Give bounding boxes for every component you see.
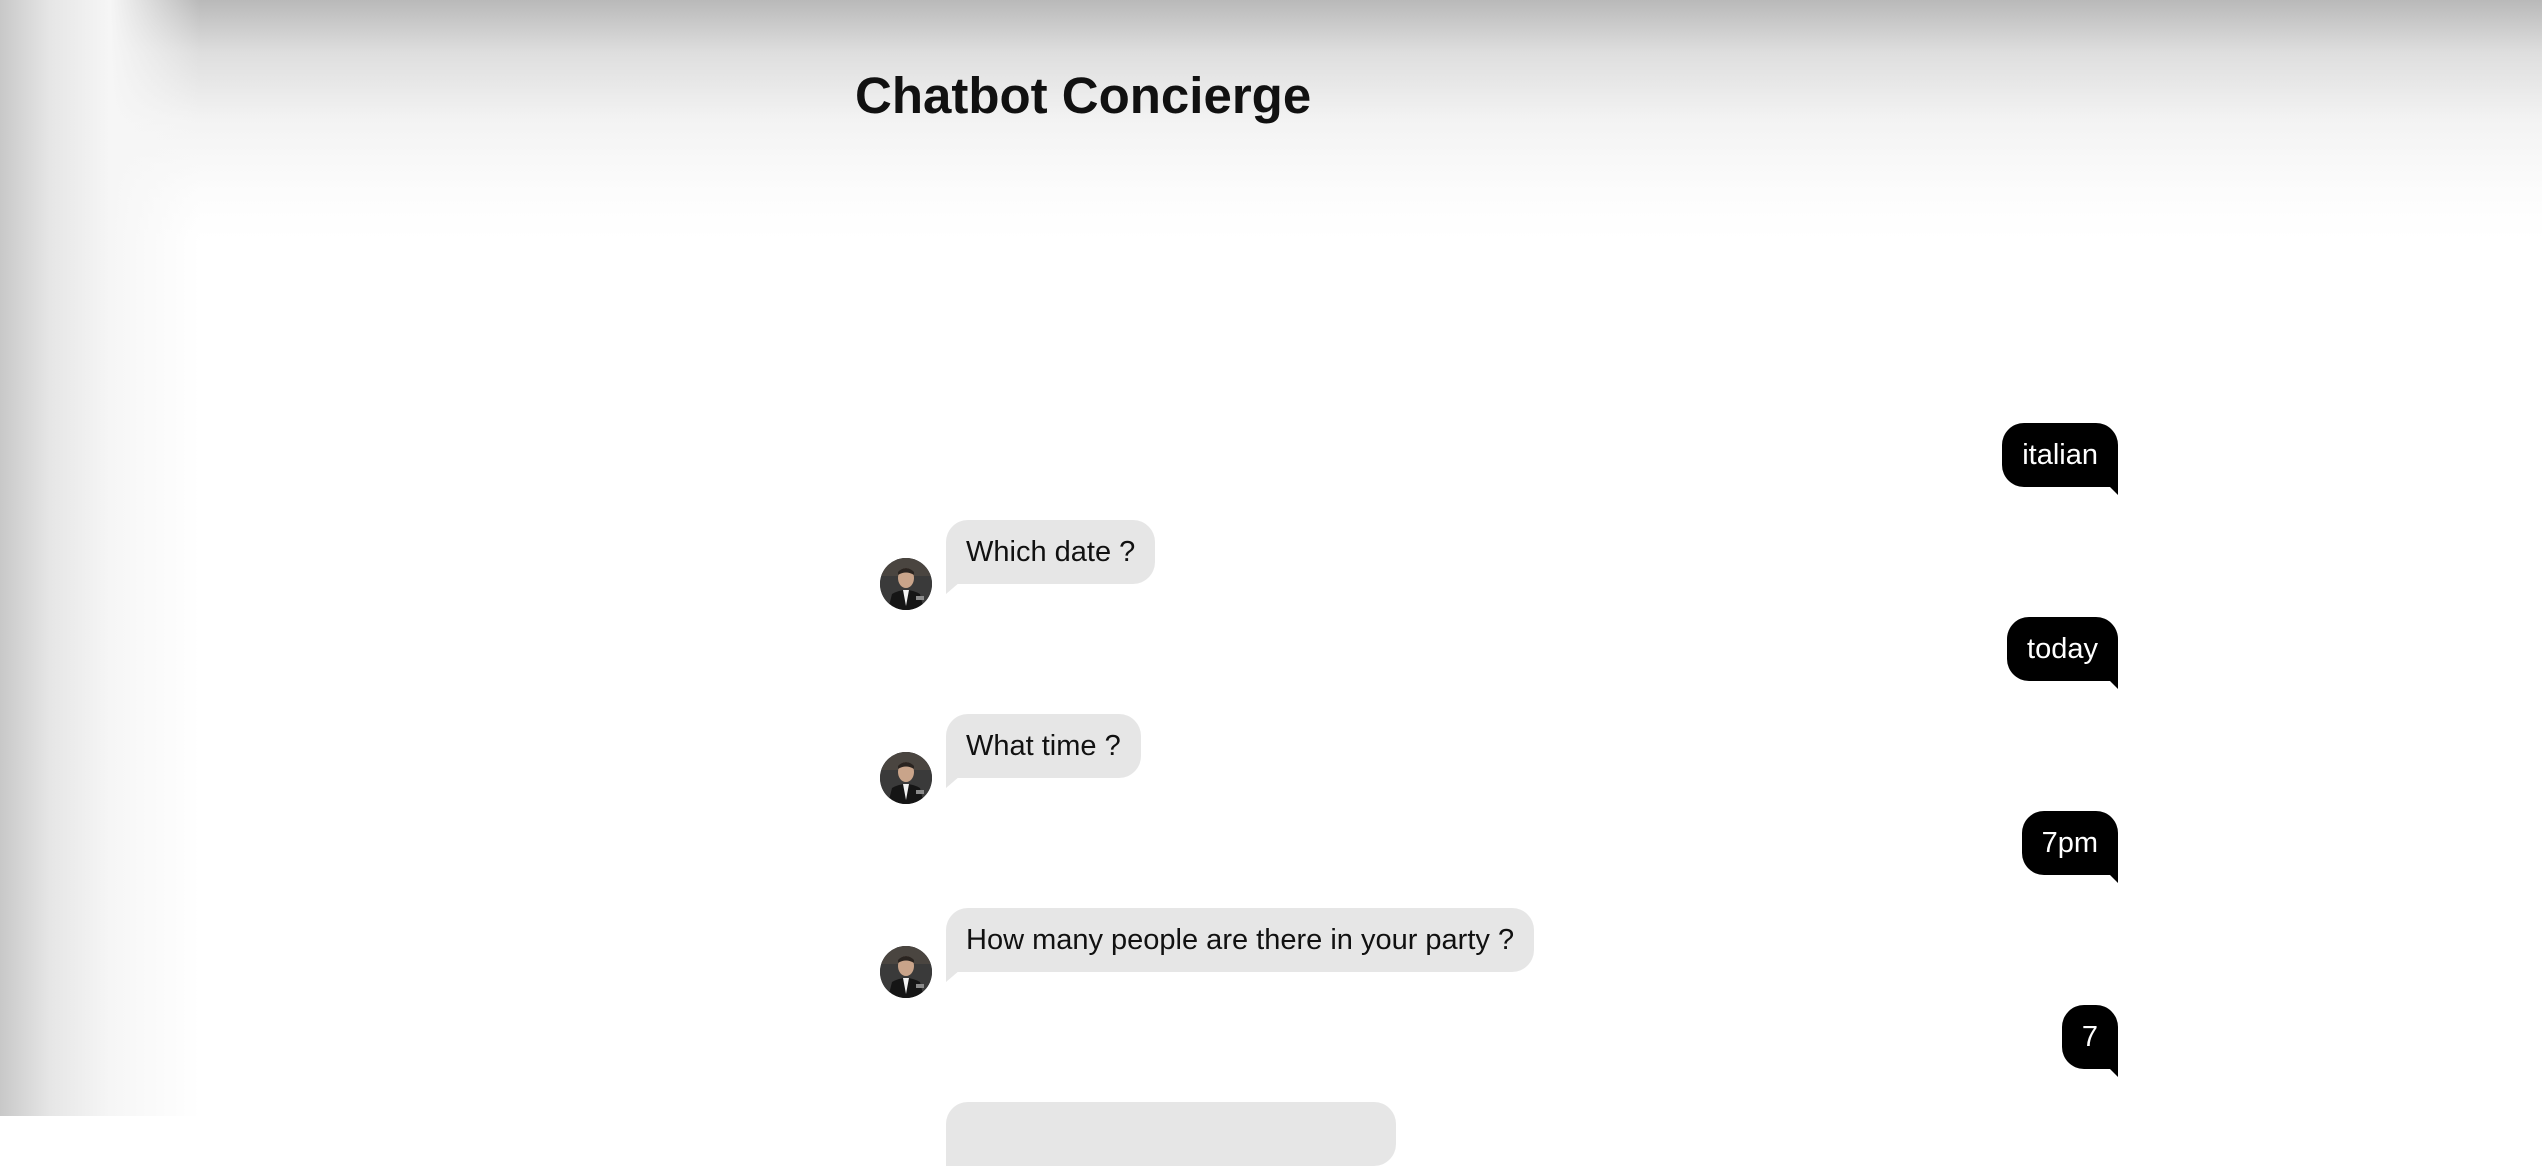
chat-log[interactable]: italian Which date ? today What time ? 7… [870, 0, 2118, 1166]
left-shade [0, 0, 200, 1116]
bot-avatar-icon [880, 558, 932, 610]
bot-avatar-icon [880, 752, 932, 804]
user-message-bubble: 7 [2061, 1005, 2118, 1069]
bubble-tail [2108, 1067, 2118, 1077]
bot-message-bubble: How many people are there in your party … [946, 908, 1535, 972]
bot-message [870, 1102, 2118, 1168]
user-message: today [870, 617, 2118, 689]
bot-message: How many people are there in your party … [870, 908, 2118, 998]
bot-message-bubble [946, 1102, 1396, 1166]
bubble-tail [2108, 873, 2118, 883]
user-message-bubble: 7pm [2021, 811, 2118, 875]
bot-message-bubble: What time ? [946, 714, 1141, 778]
bot-message: What time ? [870, 714, 2118, 804]
user-message: 7 [870, 1005, 2118, 1077]
bubble-tail [946, 970, 960, 982]
bot-avatar-icon [880, 946, 932, 998]
bubble-tail [2108, 485, 2118, 495]
user-message-bubble: today [2007, 617, 2118, 681]
user-message-bubble: italian [2002, 423, 2118, 487]
bot-message-bubble: Which date ? [946, 520, 1156, 584]
bot-message: Which date ? [870, 520, 2118, 610]
user-message: 7pm [870, 811, 2118, 883]
bubble-tail [946, 582, 960, 594]
bubble-tail [2108, 679, 2118, 689]
bubble-tail [946, 776, 960, 788]
user-message: italian [870, 423, 2118, 495]
